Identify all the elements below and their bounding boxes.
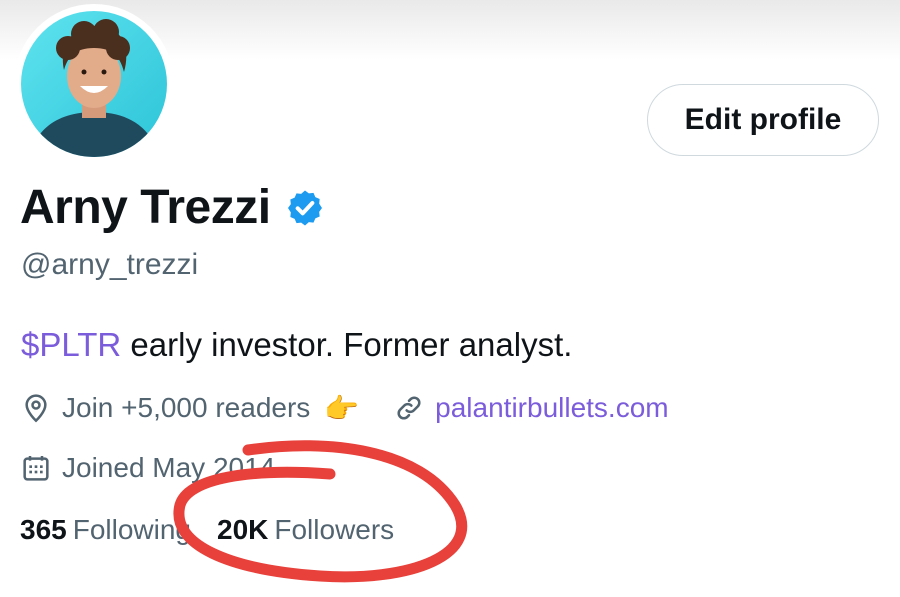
website-url[interactable]: palantirbullets.com [435, 392, 668, 424]
profile-name: Arny Trezzi [20, 181, 271, 234]
following-link[interactable]: 365 Following [20, 514, 191, 546]
cashtag-link[interactable]: $PLTR [21, 326, 121, 363]
profile-name-row: Arny Trezzi [20, 180, 325, 235]
profile-meta: Join +5,000 readers 👉 palantirbullets.co… [20, 388, 669, 428]
followers-label: Followers [274, 514, 395, 545]
pointing-hand-emoji: 👉 [324, 392, 360, 424]
location-pin-icon [25, 394, 47, 423]
follow-stats: 365 Following 20K Followers [20, 514, 394, 546]
following-count: 365 [20, 514, 67, 545]
location-text: Join +5,000 readers [62, 392, 311, 423]
joined-row: Joined May 2014 [20, 448, 275, 488]
verified-badge-icon[interactable] [285, 188, 325, 228]
followers-count: 20K [217, 514, 269, 545]
following-label: Following [72, 514, 191, 545]
profile-handle: @arny_trezzi [21, 248, 199, 281]
edit-profile-button[interactable]: Edit profile [647, 84, 879, 156]
calendar-icon [23, 456, 49, 481]
website-link[interactable]: palantirbullets.com [393, 392, 669, 424]
avatar-photo [21, 11, 167, 157]
profile-bio: $PLTR early investor. Former analyst. [21, 326, 572, 364]
avatar[interactable] [14, 4, 174, 164]
link-icon [397, 396, 421, 420]
bio-text: early investor. Former analyst. [121, 326, 573, 363]
joined-date: Joined May 2014 [62, 452, 276, 483]
followers-link[interactable]: 20K Followers [217, 514, 394, 546]
